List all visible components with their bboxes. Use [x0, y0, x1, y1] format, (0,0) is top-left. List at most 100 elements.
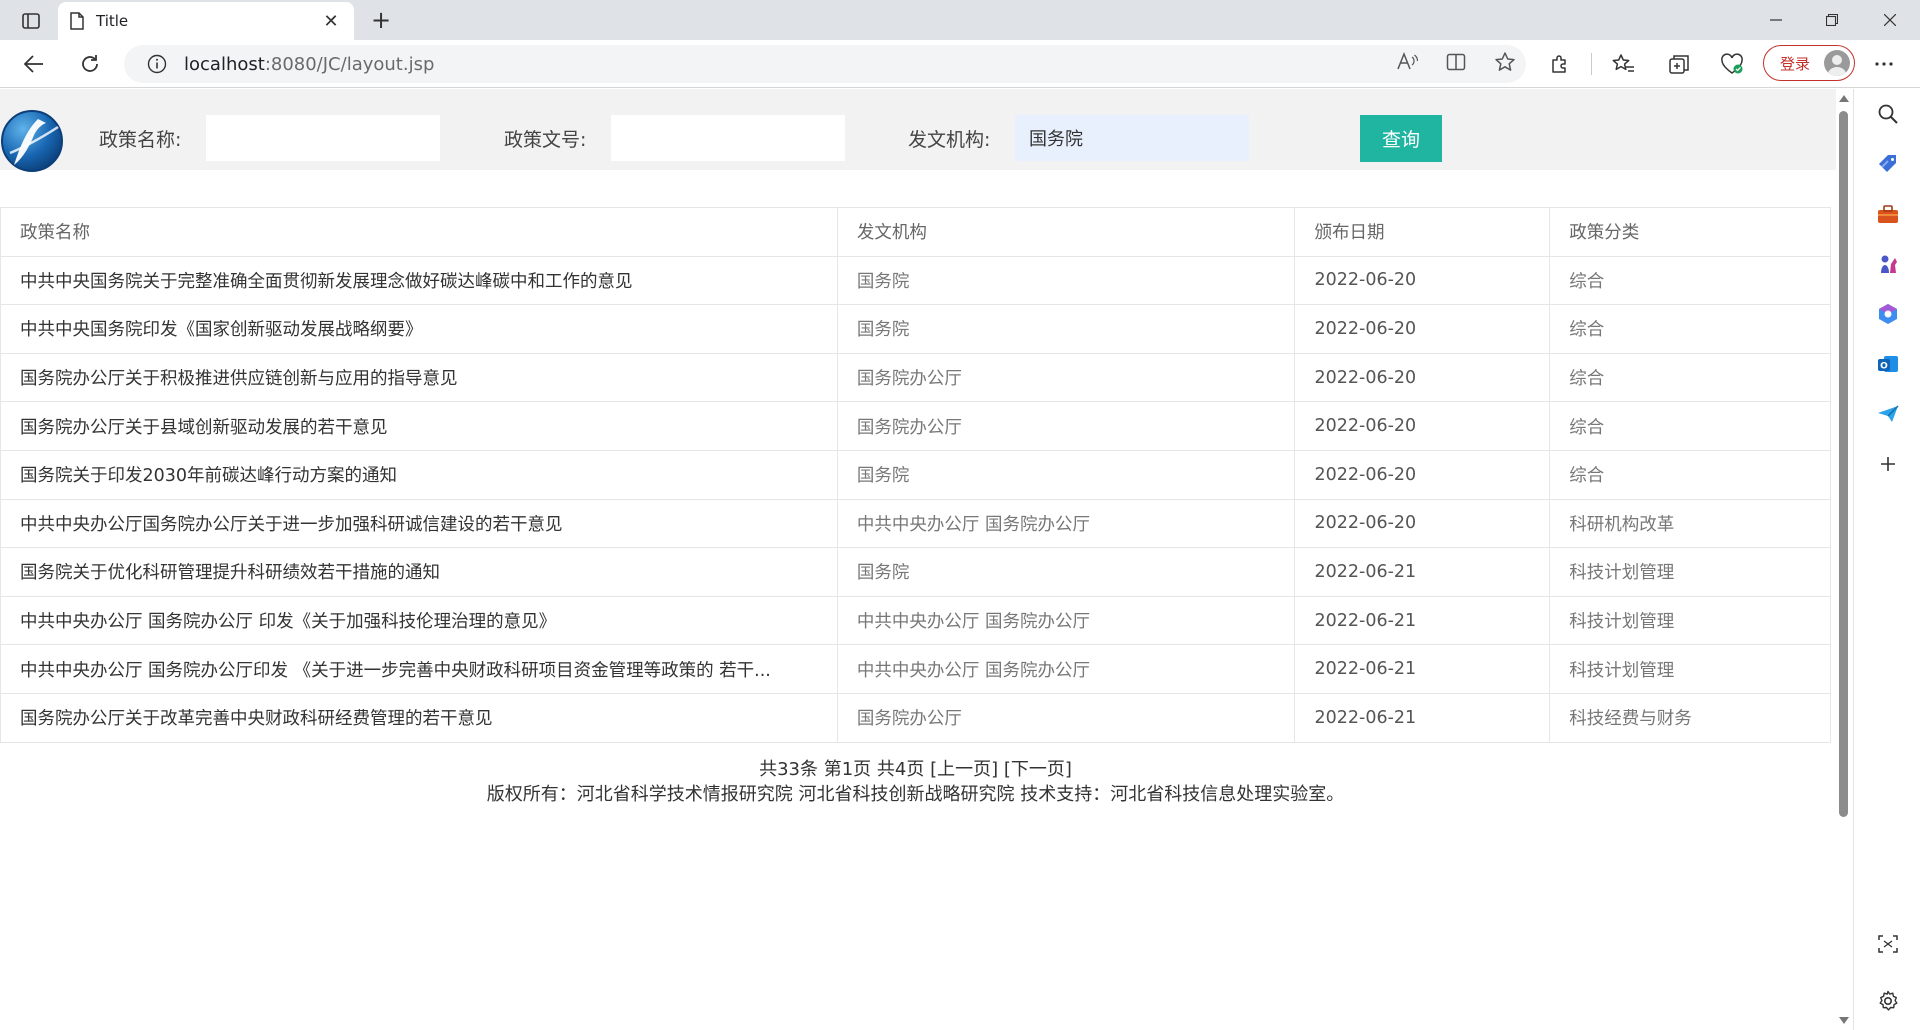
cell-policy-name[interactable]: 中共中央国务院关于完整准确全面贯彻新发展理念做好碳达峰碳中和工作的意见 [0, 255, 838, 306]
table-row[interactable]: 中共中央办公厅 国务院办公厅 印发《关于加强科技伦理治理的意见》 中共中央办公厅 … [0, 595, 1831, 646]
tag-icon[interactable] [1876, 152, 1900, 176]
copyright-footer: 版权所有：河北省科学技术情报研究院 河北省科技创新战略研究院 技术支持：河北省科… [486, 784, 1345, 805]
cell-issue-date: 2022-06-20 [1294, 304, 1551, 354]
toolbox-icon[interactable] [1876, 202, 1900, 226]
scroll-down-arrow-icon[interactable] [1839, 1017, 1849, 1024]
cell-issuing-org: 中共中央办公厅 国务院办公厅 [836, 644, 1296, 694]
favorites-button[interactable] [1609, 50, 1637, 78]
settings-icon[interactable] [1876, 989, 1900, 1013]
cell-policy-name[interactable]: 国务院办公厅关于积极推进供应链创新与应用的指导意见 [0, 352, 838, 403]
svg-text:O: O [1880, 362, 1888, 372]
heart-pulse-icon [1721, 53, 1743, 74]
outlook-icon[interactable]: O [1876, 352, 1900, 376]
cell-issuing-org: 国务院 [836, 449, 1296, 500]
collections-button[interactable] [1665, 50, 1693, 78]
send-icon[interactable] [1876, 402, 1900, 426]
query-button[interactable]: 查询 [1360, 115, 1442, 162]
table-row[interactable]: 中共中央办公厅 国务院办公厅印发 《关于进一步完善中央财政科研项目资金管理等政策… [0, 644, 1831, 694]
minimize-icon [1770, 19, 1782, 21]
address-toolbar: localhost:8080/JC/layout.jsp 登录 [0, 40, 1920, 88]
search-icon[interactable] [1876, 102, 1900, 126]
address-actions [1396, 45, 1516, 83]
search-form: 政策名称: 政策文号: 发文机构: 查询 [0, 89, 1836, 172]
toolbar-divider [1591, 53, 1592, 75]
cell-issue-date: 2022-06-21 [1294, 595, 1551, 646]
cell-category: 综合 [1549, 352, 1831, 403]
cell-issuing-org: 中共中央办公厅 国务院办公厅 [836, 595, 1296, 646]
cell-issuing-org: 国务院 [836, 304, 1296, 354]
copilot-icon[interactable] [1876, 302, 1900, 326]
tab-actions-button[interactable] [14, 8, 48, 34]
login-label: 登录 [1780, 54, 1811, 73]
cell-policy-name[interactable]: 中共中央办公厅 国务院办公厅印发 《关于进一步完善中央财政科研项目资金管理等政策… [0, 644, 838, 694]
url-text: localhost:8080/JC/layout.jsp [184, 54, 434, 75]
login-button[interactable]: 登录 [1763, 45, 1855, 81]
cell-category: 综合 [1549, 449, 1831, 500]
cell-policy-name[interactable]: 国务院办公厅关于改革完善中央财政科研经费管理的若干意见 [0, 692, 838, 743]
site-logo [1, 110, 63, 172]
cell-issuing-org: 中共中央办公厅 国务院办公厅 [836, 498, 1296, 549]
page-viewport: 政策名称: 政策文号: 发文机构: 查询 政策名称 发文机构 颁布日期 政策分类… [0, 89, 1836, 1030]
chess-icon[interactable] [1876, 252, 1900, 276]
settings-more-button[interactable] [1866, 48, 1902, 80]
cell-issuing-org: 国务院 [836, 547, 1296, 597]
tab-strip: Title ✕ + [0, 0, 1920, 40]
restore-button[interactable] [1804, 0, 1860, 40]
cell-category: 科技计划管理 [1549, 644, 1831, 694]
back-button[interactable] [16, 46, 52, 82]
issuing-org-input[interactable] [1015, 115, 1249, 161]
scroll-up-arrow-icon[interactable] [1839, 95, 1849, 102]
header-policy-name: 政策名称 [0, 207, 838, 257]
cell-category: 综合 [1549, 304, 1831, 354]
tab-title: Title [96, 12, 129, 30]
page-scrollbar[interactable] [1836, 89, 1852, 1030]
new-tab-button[interactable]: + [366, 6, 396, 34]
screenshot-icon[interactable] [1876, 932, 1900, 956]
browser-essentials-button[interactable] [1718, 50, 1746, 78]
puzzle-icon [1552, 55, 1566, 73]
close-window-button[interactable] [1862, 0, 1918, 40]
active-tab[interactable]: Title ✕ [58, 2, 354, 40]
cell-category: 科技经费与财务 [1549, 692, 1831, 743]
site-info-icon[interactable] [146, 53, 168, 75]
minimize-button[interactable] [1748, 0, 1804, 40]
cell-issuing-org: 国务院 [836, 255, 1296, 306]
table-row[interactable]: 国务院办公厅关于改革完善中央财政科研经费管理的若干意见 国务院办公厅 2022-06… [0, 692, 1831, 743]
favorite-star-icon[interactable] [1494, 51, 1516, 77]
cell-policy-name[interactable]: 国务院关于优化科研管理提升科研绩效若干措施的通知 [0, 547, 838, 597]
table-row[interactable]: 国务院办公厅关于积极推进供应链创新与应用的指导意见 国务院办公厅 2022-06-2… [0, 352, 1831, 403]
table-row[interactable]: 国务院关于优化科研管理提升科研绩效若干措施的通知 国务院 2022-06-21 科技计… [0, 547, 1831, 597]
more-dots-icon [1875, 62, 1893, 66]
header-issuing-org: 发文机构 [836, 207, 1296, 257]
table-row[interactable]: 中共中央国务院印发《国家创新驱动发展战略纲要》 国务院 2022-06-20 综合 [0, 304, 1831, 354]
address-field[interactable]: localhost:8080/JC/layout.jsp [124, 45, 1526, 83]
close-tab-button[interactable]: ✕ [320, 10, 342, 32]
cell-issuing-org: 国务院办公厅 [836, 352, 1296, 403]
add-icon[interactable] [1876, 452, 1900, 476]
split-screen-icon[interactable] [1446, 52, 1466, 76]
cell-policy-name[interactable]: 中共中央国务院印发《国家创新驱动发展战略纲要》 [0, 304, 838, 354]
table-row[interactable]: 中共中央办公厅国务院办公厅关于进一步加强科研诚信建设的若干意见 中共中央办公厅 国… [0, 498, 1831, 549]
cell-issue-date: 2022-06-21 [1294, 644, 1551, 694]
cell-policy-name[interactable]: 中共中央办公厅国务院办公厅关于进一步加强科研诚信建设的若干意见 [0, 498, 838, 549]
policy-name-input[interactable] [206, 115, 440, 161]
pagination[interactable]: 共33条 第1页 共4页 [上一页] [下一页] [0, 755, 1831, 781]
cell-issue-date: 2022-06-20 [1294, 449, 1551, 500]
extensions-button[interactable] [1546, 50, 1574, 78]
table-row[interactable]: 国务院办公厅关于县域创新驱动发展的若干意见 国务院办公厅 2022-06-20 综合 [0, 401, 1831, 451]
table-row[interactable]: 中共中央国务院关于完整准确全面贯彻新发展理念做好碳达峰碳中和工作的意见 国务院 20… [0, 255, 1831, 306]
cell-policy-name[interactable]: 中共中央办公厅 国务院办公厅 印发《关于加强科技伦理治理的意见》 [0, 595, 838, 646]
policy-number-input[interactable] [611, 115, 845, 161]
cell-issue-date: 2022-06-20 [1294, 352, 1551, 403]
policy-number-label: 政策文号: [504, 129, 587, 151]
restore-icon [1826, 14, 1838, 26]
issuing-org-label: 发文机构: [908, 129, 991, 151]
tab-actions-icon [22, 13, 40, 29]
cell-policy-name[interactable]: 国务院关于印发2030年前碳达峰行动方案的通知 [0, 449, 838, 500]
favorites-list-icon [1612, 54, 1634, 72]
cell-policy-name[interactable]: 国务院办公厅关于县域创新驱动发展的若干意见 [0, 401, 838, 451]
table-row[interactable]: 国务院关于印发2030年前碳达峰行动方案的通知 国务院 2022-06-20 综合 [0, 449, 1831, 500]
refresh-button[interactable] [72, 46, 108, 82]
scroll-thumb[interactable] [1839, 111, 1848, 817]
read-aloud-icon[interactable] [1396, 51, 1419, 76]
